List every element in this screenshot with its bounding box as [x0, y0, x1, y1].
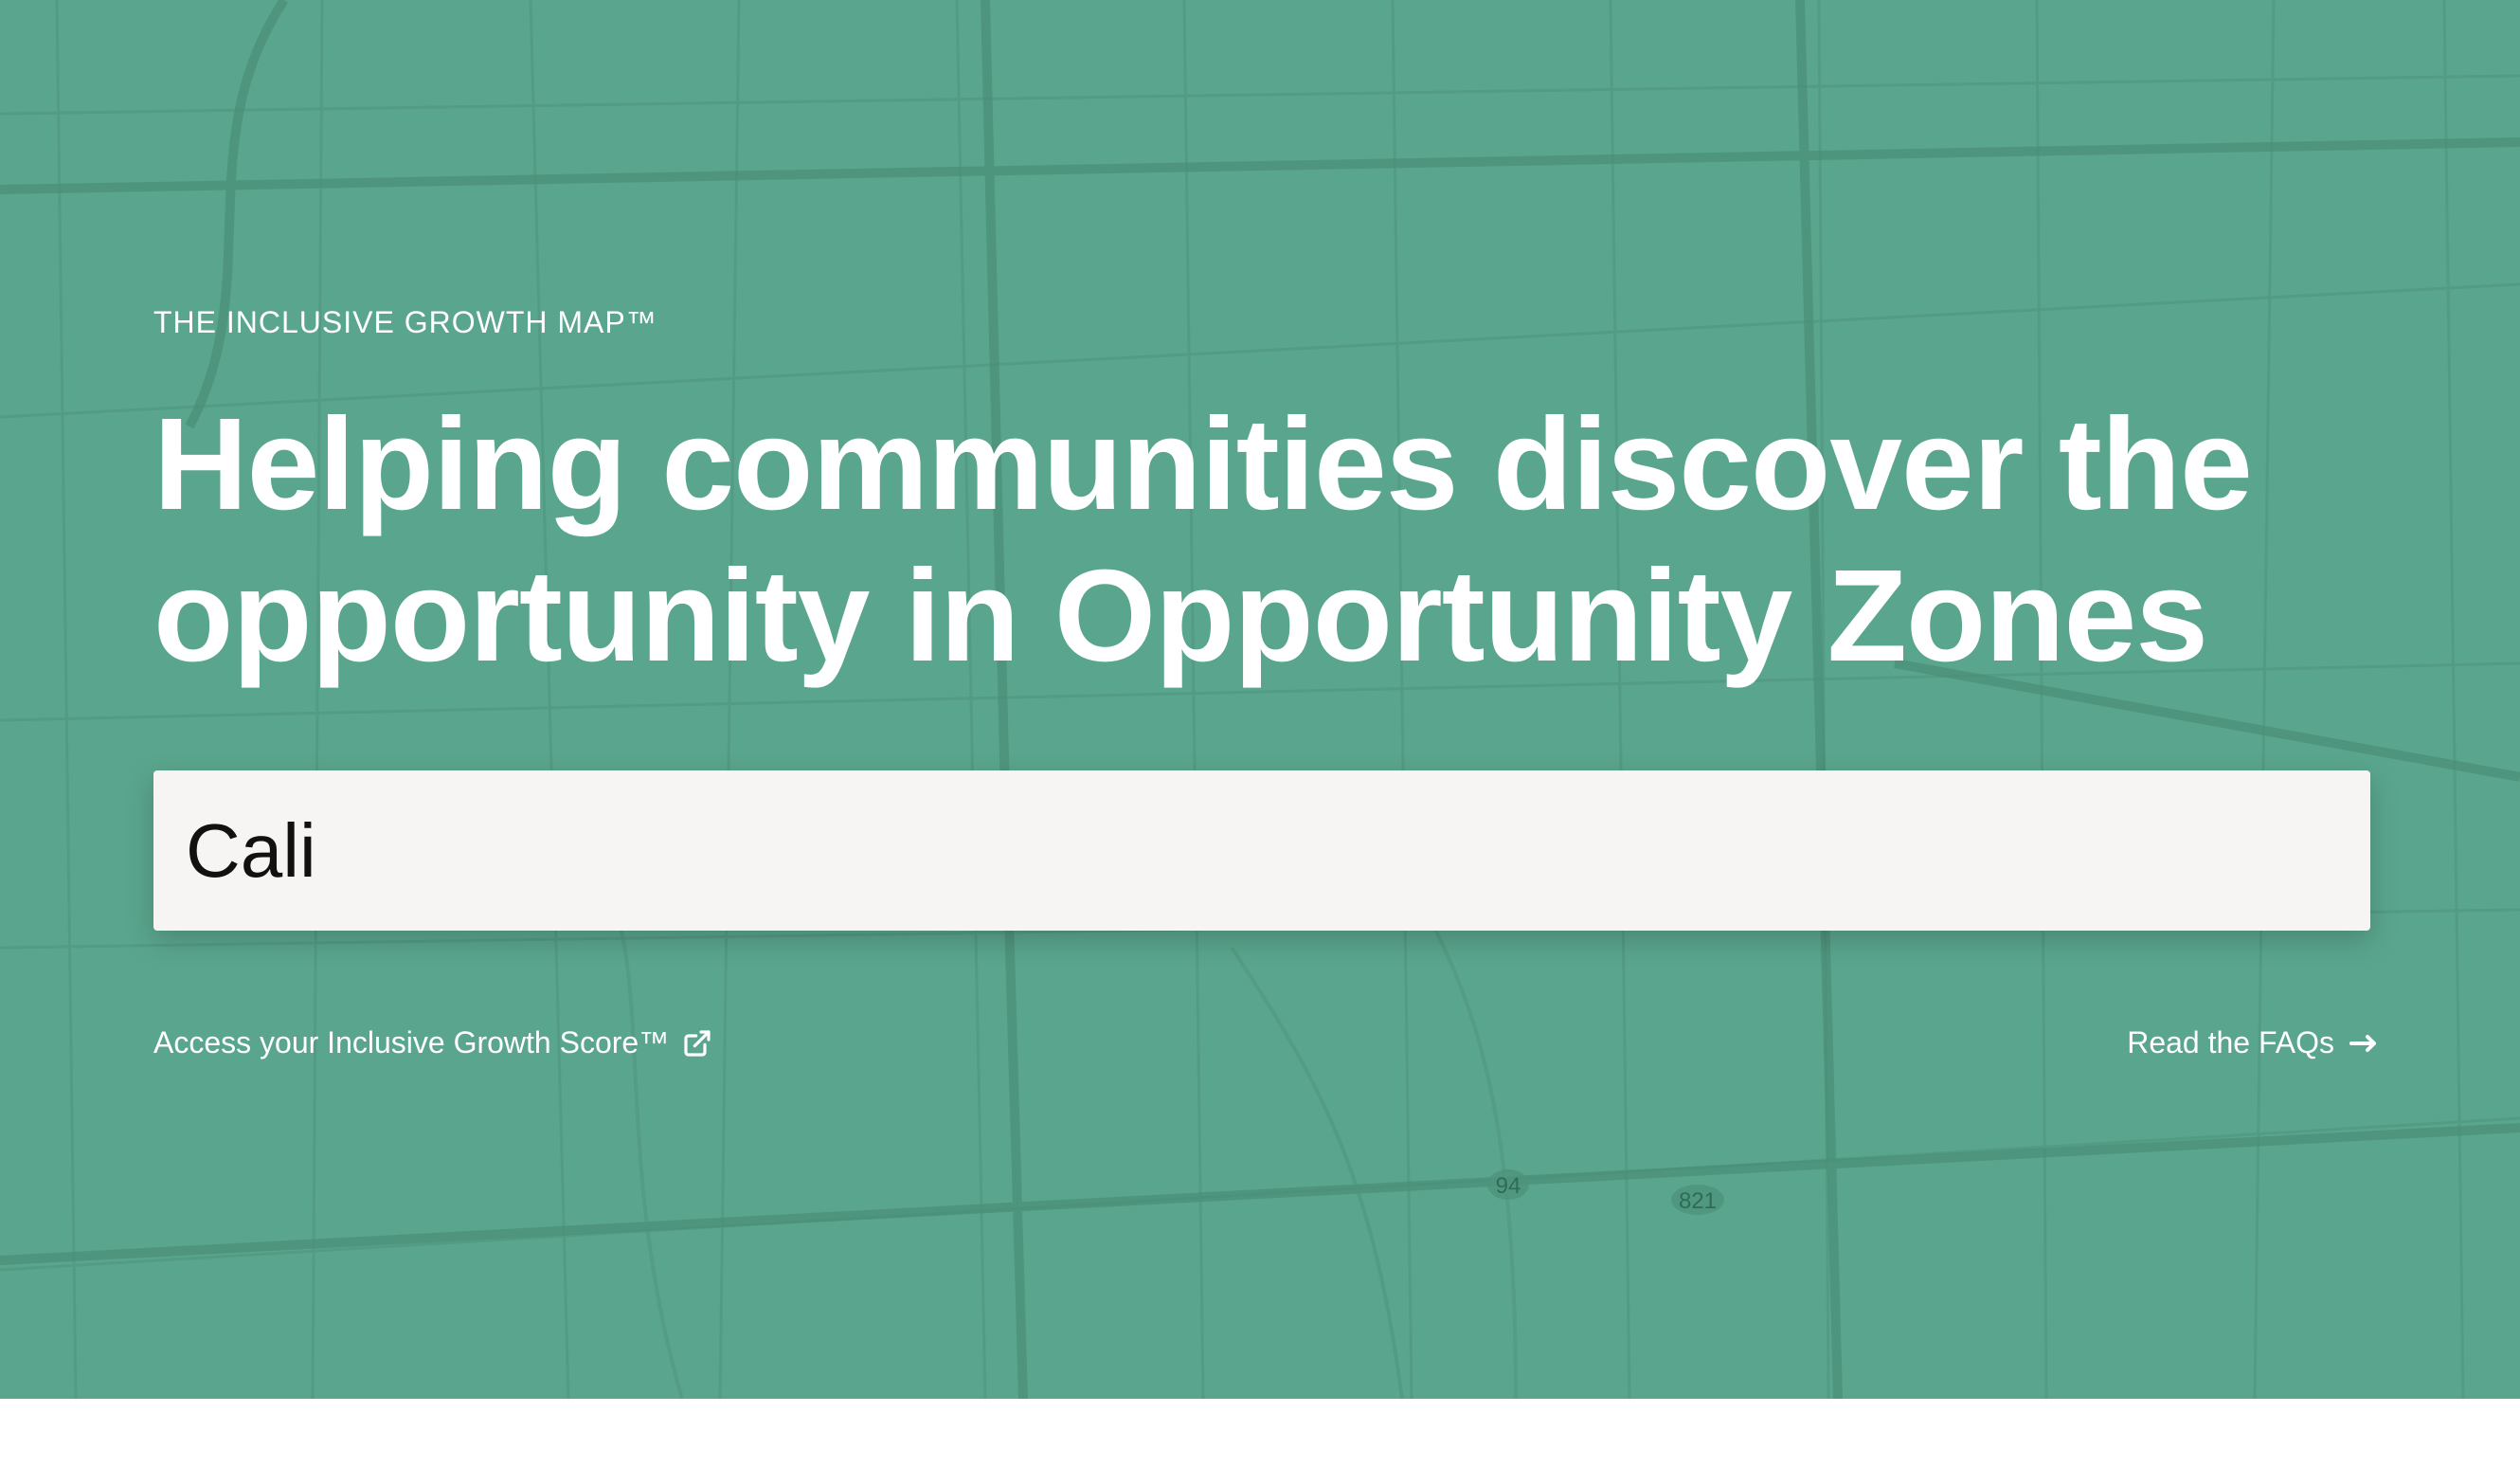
- location-search-input[interactable]: [153, 770, 2370, 931]
- read-faqs-link[interactable]: Read the FAQs: [2127, 1025, 2378, 1060]
- eyebrow-text: THE INCLUSIVE GROWTH MAP™: [153, 305, 657, 339]
- hero-links: Access your Inclusive Growth Score™ Read…: [153, 1025, 2378, 1071]
- route-94-label: 94: [1496, 1173, 1521, 1199]
- route-821-label: 821: [1679, 1188, 1717, 1214]
- inclusive-growth-score-link[interactable]: Access your Inclusive Growth Score™: [153, 1025, 712, 1060]
- page-headline: Helping communities discover the opportu…: [153, 389, 2370, 692]
- arrow-right-icon: [2349, 1033, 2378, 1054]
- hero-section: 94 821 THE INCLUSIVE GROWTH MAP™ Helping…: [0, 0, 2520, 1399]
- faq-link-label: Read the FAQs: [2127, 1025, 2334, 1060]
- external-link-icon: [682, 1028, 712, 1059]
- headline-line-1: Helping communities discover the: [153, 391, 2253, 537]
- headline-line-2: opportunity in Opportunity Zones: [153, 543, 2208, 689]
- map-background: 94 821: [0, 0, 2520, 1399]
- score-link-label: Access your Inclusive Growth Score™: [153, 1025, 670, 1060]
